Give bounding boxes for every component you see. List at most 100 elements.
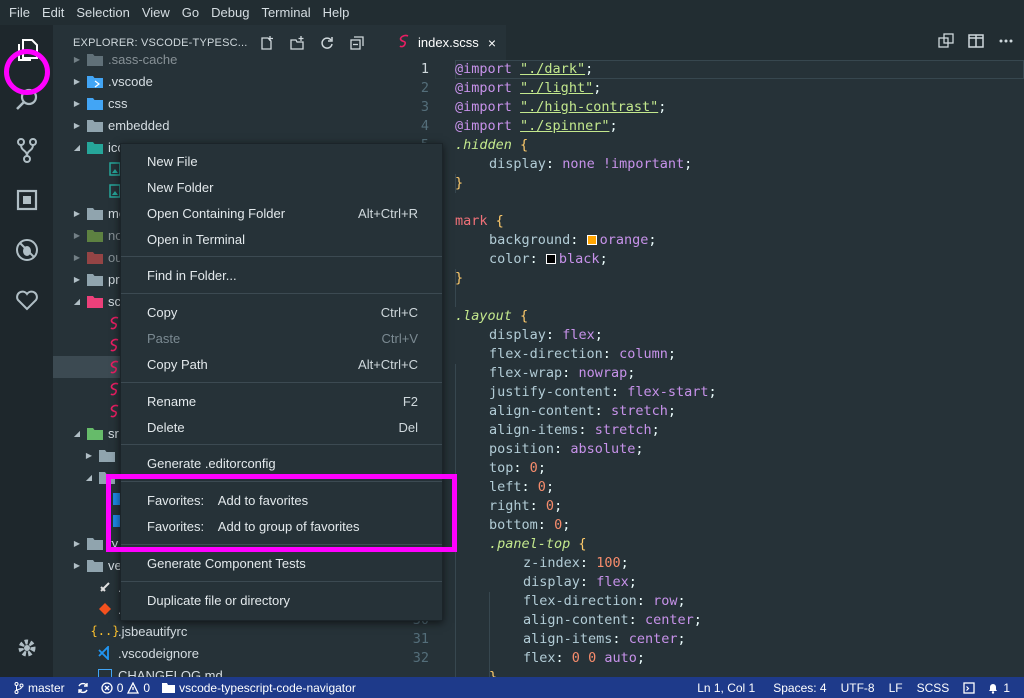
chevron-icon[interactable]: ▶ xyxy=(71,561,83,570)
menu-file[interactable]: File xyxy=(3,5,36,20)
chevron-icon[interactable]: ▶ xyxy=(71,539,83,548)
source-control-activity[interactable] xyxy=(0,125,53,175)
code-line[interactable]: 32 flex: 0 0 auto; xyxy=(386,649,1024,668)
menu-item-open-in-terminal[interactable]: Open in Terminal xyxy=(121,226,442,252)
split-editor-icon[interactable] xyxy=(968,33,984,52)
code-line[interactable]: justify-content: flex-start; xyxy=(386,383,1024,402)
code-line[interactable]: 1 @import "./dark"; xyxy=(386,60,1024,79)
menu-help[interactable]: Help xyxy=(317,5,356,20)
menu-debug[interactable]: Debug xyxy=(205,5,255,20)
menu-view[interactable]: View xyxy=(136,5,176,20)
code-line[interactable]: z-index: 100; xyxy=(386,554,1024,573)
code-editor[interactable]: 1 @import "./dark"; 2 @import "./light"; 3 @i… xyxy=(386,60,1024,677)
settings-activity[interactable] xyxy=(0,623,53,673)
tree-item[interactable]: {..} .jsbeautifyrc xyxy=(53,620,386,642)
menu-terminal[interactable]: Terminal xyxy=(255,5,316,20)
code-line[interactable] xyxy=(386,288,1024,307)
code-line[interactable]: .panel-top { xyxy=(386,535,1024,554)
branch-status[interactable]: master xyxy=(0,681,71,695)
menu-item-new-folder[interactable]: New Folder xyxy=(121,174,442,200)
code-line[interactable]: 4 @import "./spinner"; xyxy=(386,117,1024,136)
chevron-icon[interactable]: ▶ xyxy=(71,231,83,240)
code-line[interactable]: align-content: stretch; xyxy=(386,402,1024,421)
menu-item-new-file[interactable]: New File xyxy=(121,148,442,174)
code-line[interactable]: 3 @import "./high-contrast"; xyxy=(386,98,1024,117)
tree-item[interactable]: ▶ .vscode xyxy=(53,70,386,92)
code-line[interactable]: display: none !important; xyxy=(386,155,1024,174)
chevron-icon[interactable]: ▶ xyxy=(71,275,83,284)
problems-status[interactable]: 0 0 xyxy=(95,681,156,695)
code-line[interactable]: right: 0; xyxy=(386,497,1024,516)
code-line[interactable]: left: 0; xyxy=(386,478,1024,497)
menu-item-find-in-folder[interactable]: Find in Folder... xyxy=(121,262,442,288)
favorites-activity[interactable] xyxy=(0,275,53,325)
chevron-icon[interactable]: ▶ xyxy=(71,99,83,108)
chevron-icon[interactable]: ◢ xyxy=(71,297,83,306)
tree-item[interactable]: .vscodeignore xyxy=(53,642,386,664)
notifications-status[interactable]: 1 xyxy=(981,681,1024,695)
menu-item-copy[interactable]: Copy Ctrl+C xyxy=(121,299,442,325)
encoding-status[interactable]: UTF-8 xyxy=(835,681,883,695)
bell-icon xyxy=(989,683,998,694)
chevron-icon[interactable]: ◢ xyxy=(71,429,83,438)
chevron-icon[interactable]: ◢ xyxy=(71,143,83,152)
menu-item-label: Copy xyxy=(147,304,178,320)
menu-item-duplicate[interactable]: Duplicate file or directory xyxy=(121,587,442,613)
indentation-status[interactable]: Spaces: 4 xyxy=(767,681,834,695)
code-line[interactable]: flex-direction: row; xyxy=(386,592,1024,611)
menu-item-copy-path[interactable]: Copy Path Alt+Ctrl+C xyxy=(121,351,442,377)
code-line[interactable]: position: absolute; xyxy=(386,440,1024,459)
open-changes-icon[interactable] xyxy=(938,33,954,52)
code-line[interactable]: color: black; xyxy=(386,250,1024,269)
code-line[interactable]: 31 align-items: center; xyxy=(386,630,1024,649)
code-line[interactable]: .layout { xyxy=(386,307,1024,326)
code-line[interactable]: 2 @import "./light"; xyxy=(386,79,1024,98)
tree-item[interactable]: CHANGELOG.md xyxy=(53,664,386,677)
code-line[interactable]: } xyxy=(386,668,1024,677)
tree-item[interactable]: ▶ embedded xyxy=(53,114,386,136)
menu-item-label: New Folder xyxy=(147,179,214,195)
code-line[interactable]: } xyxy=(386,174,1024,193)
language-status[interactable]: SCSS xyxy=(911,681,958,695)
code-line[interactable]: mark { xyxy=(386,212,1024,231)
menu-go[interactable]: Go xyxy=(176,5,205,20)
code-line[interactable]: 5.hidden { xyxy=(386,136,1024,155)
code-line[interactable] xyxy=(386,193,1024,212)
debug-activity[interactable] xyxy=(0,225,53,275)
chevron-icon[interactable]: ◢ xyxy=(83,473,95,482)
code-line[interactable]: flex-wrap: nowrap; xyxy=(386,364,1024,383)
menu-item-open-containing-folder[interactable]: Open Containing Folder Alt+Ctrl+R xyxy=(121,200,442,226)
tab-index-scss[interactable]: index.scss × xyxy=(386,25,506,60)
tree-item[interactable]: ▶ .sass-cache xyxy=(53,48,386,70)
chevron-icon[interactable]: ▶ xyxy=(71,209,83,218)
chevron-icon[interactable]: ▶ xyxy=(71,77,83,86)
code-line[interactable]: background: orange; xyxy=(386,231,1024,250)
code-line[interactable]: display: flex; xyxy=(386,326,1024,345)
code-line[interactable]: display: flex; xyxy=(386,573,1024,592)
chevron-icon[interactable]: ▶ xyxy=(71,55,83,64)
sync-icon[interactable] xyxy=(71,682,95,694)
cursor-position[interactable]: Ln 1, Col 1 xyxy=(691,681,767,695)
code-line[interactable]: 30align-content: center; xyxy=(386,611,1024,630)
menu-item-rename[interactable]: Rename F2 xyxy=(121,388,442,414)
code-line[interactable]: flex-direction: column; xyxy=(386,345,1024,364)
more-actions-icon[interactable] xyxy=(998,33,1014,52)
chevron-icon[interactable]: ▶ xyxy=(83,451,95,460)
feedback-icon[interactable] xyxy=(957,681,981,695)
extensions-activity[interactable] xyxy=(0,175,53,225)
tree-item[interactable]: ▶ css xyxy=(53,92,386,114)
menu-selection[interactable]: Selection xyxy=(70,5,135,20)
code-line[interactable]: align-items: stretch; xyxy=(386,421,1024,440)
eol-status[interactable]: LF xyxy=(883,681,911,695)
menu-item-generate-editorconfig[interactable]: Generate .editorconfig xyxy=(121,450,442,476)
code-line[interactable]: top: 0; xyxy=(386,459,1024,478)
close-icon[interactable]: × xyxy=(488,35,496,51)
chevron-icon[interactable]: ▶ xyxy=(71,121,83,130)
menu-item-delete[interactable]: Delete Del xyxy=(121,414,442,440)
menu-edit[interactable]: Edit xyxy=(36,5,70,20)
code-line[interactable]: } xyxy=(386,269,1024,288)
code-line[interactable]: bottom: 0; xyxy=(386,516,1024,535)
chevron-icon[interactable]: ▶ xyxy=(71,253,83,262)
menu-item-generate-component-tests[interactable]: Generate Component Tests xyxy=(121,550,442,576)
folder-status[interactable]: vscode-typescript-code-navigator xyxy=(156,681,362,695)
